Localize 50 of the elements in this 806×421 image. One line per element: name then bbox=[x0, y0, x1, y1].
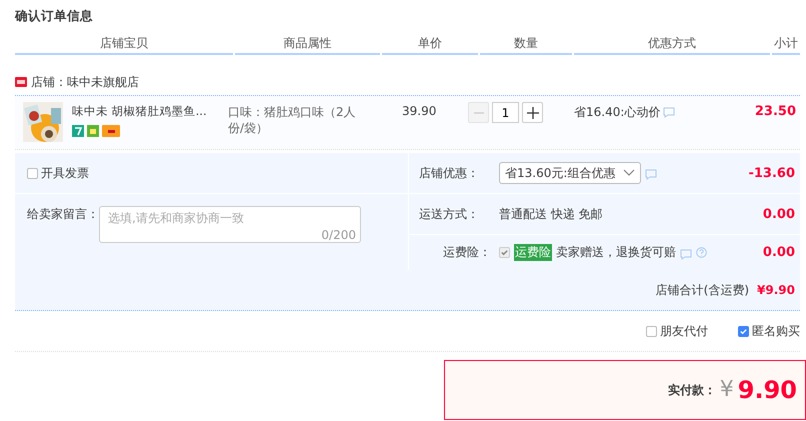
chat-bubble-icon[interactable] bbox=[645, 169, 658, 180]
column-header: 小计 bbox=[772, 34, 800, 55]
discount-text: 省16.40:心动价 bbox=[574, 104, 660, 121]
invoice-checkbox[interactable] bbox=[27, 168, 38, 178]
option-label: 运费险： bbox=[442, 244, 491, 261]
checkmark-icon bbox=[500, 248, 509, 257]
chat-bubble-icon[interactable] bbox=[663, 107, 676, 118]
help-icon[interactable] bbox=[696, 247, 707, 258]
option-label: 运送方式： bbox=[419, 206, 480, 222]
payment-label: 实付款： bbox=[668, 382, 716, 398]
seven-day-icon bbox=[72, 125, 84, 137]
plus-icon bbox=[526, 106, 538, 118]
product-attribute: 口味：猪肚鸡口味（2人份/袋） bbox=[228, 104, 357, 137]
invoice-label: 开具发票 bbox=[41, 164, 89, 182]
column-header: 商品属性 bbox=[235, 34, 380, 55]
column-header: 优惠方式 bbox=[574, 34, 770, 55]
option-amount: 0.00 bbox=[762, 245, 796, 260]
checkbox[interactable] bbox=[738, 326, 749, 336]
shop-badge-icon bbox=[15, 77, 27, 87]
chat-bubble-icon[interactable] bbox=[680, 248, 692, 260]
option-amount: -13.60 bbox=[748, 166, 796, 180]
currency-symbol: ¥ bbox=[720, 379, 734, 401]
increase-button[interactable] bbox=[522, 102, 543, 123]
option-label: 店铺优惠： bbox=[419, 164, 480, 182]
section-title: 确认订单信息 bbox=[15, 7, 94, 25]
checkbox-label: 匿名购买 bbox=[752, 322, 800, 340]
product-title[interactable]: 味中未 胡椒猪肚鸡墨鱼... bbox=[72, 104, 207, 119]
checkmark-icon bbox=[739, 326, 748, 336]
card-icon bbox=[102, 125, 120, 137]
shipping-method: 普通配送 快递 免邮 bbox=[499, 206, 603, 222]
column-header: 数量 bbox=[480, 34, 572, 55]
subtotal: 23.50 bbox=[754, 104, 797, 121]
chevron-down-icon bbox=[623, 169, 636, 177]
store-total-value: ¥9.90 bbox=[757, 283, 795, 297]
checkbox[interactable] bbox=[646, 326, 657, 336]
message-label: 给卖家留言： bbox=[27, 206, 99, 223]
character-counter: 0/200 bbox=[321, 228, 356, 242]
discount-dropdown[interactable]: 省13.60元:组合优惠 bbox=[499, 162, 642, 184]
option-amount: 0.00 bbox=[762, 206, 796, 222]
unit-price: 39.90 bbox=[401, 104, 438, 120]
insurance-checkbox[interactable] bbox=[499, 247, 510, 258]
shop-name: 店铺：味中未旗舰店 bbox=[31, 74, 139, 90]
insurance-text: 卖家赠送，退换货可赔 bbox=[556, 244, 676, 261]
payment-amount: 9.90 bbox=[738, 378, 797, 402]
store-total-label: 店铺合计(含运费) bbox=[656, 282, 750, 298]
insurance-tag: 运费险 bbox=[514, 244, 552, 261]
column-header: 店铺宝贝 bbox=[15, 34, 233, 55]
column-header: 单价 bbox=[382, 34, 478, 55]
checkbox-label: 朋友代付 bbox=[660, 322, 708, 340]
quantity-field[interactable]: 1 bbox=[492, 102, 519, 123]
